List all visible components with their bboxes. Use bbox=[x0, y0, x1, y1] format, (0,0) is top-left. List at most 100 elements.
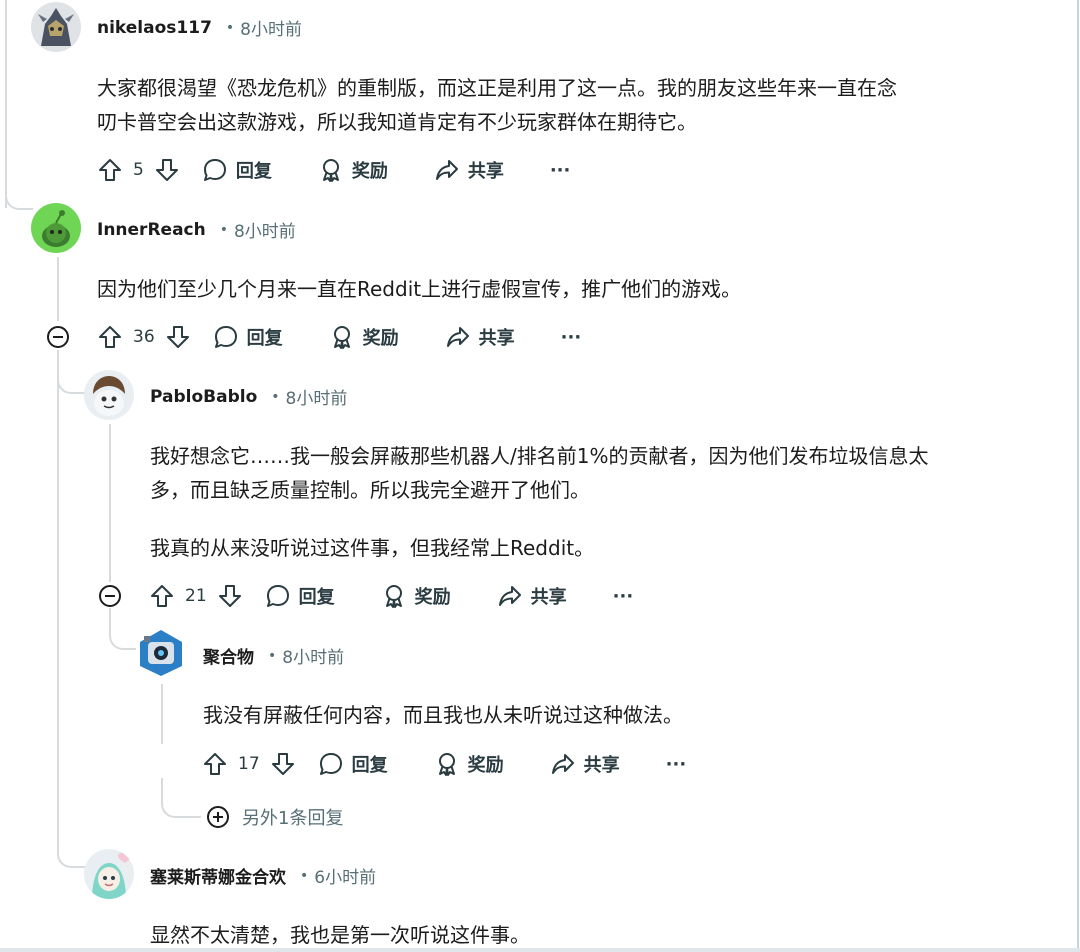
comment-actions: 21 回复 奖励 共享 ··· bbox=[149, 579, 633, 613]
upvote-icon bbox=[151, 585, 173, 607]
award-button[interactable]: 奖励 bbox=[329, 324, 399, 350]
more-options-button[interactable]: ··· bbox=[666, 754, 687, 775]
upvote-button[interactable] bbox=[97, 324, 123, 350]
more-options-button[interactable]: ··· bbox=[613, 586, 634, 607]
window-edge bbox=[1077, 0, 1079, 952]
share-icon bbox=[446, 327, 469, 347]
award-icon bbox=[438, 753, 455, 776]
reply-button[interactable]: 回复 bbox=[213, 324, 283, 350]
reply-label: 回复 bbox=[298, 587, 335, 608]
more-options-icon: ··· bbox=[560, 326, 582, 348]
share-icon bbox=[498, 586, 521, 606]
comment-actions: 5 回复 奖励 共享 ··· bbox=[97, 153, 570, 187]
more-replies-button[interactable]: 另外1条回复 bbox=[206, 804, 343, 830]
share-label: 共享 bbox=[530, 587, 567, 608]
comment-line: 叨卡普空会出这款游戏，所以我知道肯定有不少玩家群体在期待它。 bbox=[97, 110, 697, 134]
collapse-icon bbox=[47, 326, 69, 348]
share-button[interactable]: 共享 bbox=[497, 583, 567, 609]
reply-button[interactable]: 回复 bbox=[265, 583, 335, 609]
reply-button[interactable]: 回复 bbox=[318, 751, 388, 777]
expand-icon bbox=[207, 806, 229, 828]
more-options-icon: ··· bbox=[665, 753, 687, 775]
username[interactable]: 塞莱斯蒂娜金合欢 bbox=[150, 863, 286, 888]
separator-dot: • bbox=[300, 867, 309, 884]
vote-count: 36 bbox=[133, 327, 155, 347]
reply-label: 回复 bbox=[246, 328, 283, 349]
reply-label: 回复 bbox=[235, 161, 272, 182]
comment-line: 我好想念它……我一般会屏蔽那些机器人/排名前1%的贡献者，因为他们发布垃圾信息太 bbox=[150, 444, 929, 468]
award-label: 奖励 bbox=[351, 161, 388, 182]
upvote-icon bbox=[99, 159, 121, 181]
timestamp[interactable]: 8小时前 bbox=[240, 15, 302, 40]
award-label: 奖励 bbox=[414, 587, 451, 608]
downvote-button[interactable] bbox=[165, 324, 191, 350]
reply-button[interactable]: 回复 bbox=[202, 157, 272, 183]
username[interactable]: nikelaos117 bbox=[97, 18, 212, 38]
award-icon bbox=[333, 326, 350, 349]
comment-body: 大家都很渴望《恐龙危机》的重制版，而这正是利用了这一点。我的朋友这些年来一直在念… bbox=[97, 71, 897, 139]
share-label: 共享 bbox=[478, 328, 515, 349]
upvote-button[interactable] bbox=[149, 583, 175, 609]
timestamp[interactable]: 8小时前 bbox=[282, 643, 344, 668]
share-button[interactable]: 共享 bbox=[550, 751, 620, 777]
comment-icon bbox=[214, 326, 237, 348]
downvote-button[interactable] bbox=[154, 157, 180, 183]
comment-icon bbox=[203, 159, 226, 181]
share-icon bbox=[435, 160, 458, 180]
avatar[interactable] bbox=[84, 370, 134, 420]
avatar[interactable] bbox=[84, 849, 134, 899]
award-label: 奖励 bbox=[362, 328, 399, 349]
username[interactable]: InnerReach bbox=[97, 220, 206, 240]
award-button[interactable]: 奖励 bbox=[318, 157, 388, 183]
separator-dot: • bbox=[268, 647, 277, 664]
downvote-icon bbox=[155, 159, 178, 181]
comment-icon bbox=[319, 753, 342, 775]
username[interactable]: 聚合物 bbox=[203, 643, 254, 668]
upvote-button[interactable] bbox=[202, 751, 228, 777]
more-options-button[interactable]: ··· bbox=[550, 160, 571, 181]
comment-line: 多，而且缺乏质量控制。所以我完全避开了他们。 bbox=[150, 478, 590, 502]
upvote-icon bbox=[99, 326, 121, 348]
separator-dot: • bbox=[219, 221, 228, 238]
award-button[interactable]: 奖励 bbox=[434, 751, 504, 777]
more-options-icon: ··· bbox=[612, 585, 634, 607]
avatar[interactable] bbox=[31, 203, 81, 253]
comment-body: 因为他们至少几个月来一直在Reddit上进行虚假宣传，推广他们的游戏。 bbox=[97, 272, 741, 306]
more-options-button[interactable]: ··· bbox=[561, 327, 582, 348]
share-icon bbox=[551, 754, 574, 774]
timestamp[interactable]: 6小时前 bbox=[314, 863, 376, 888]
separator-dot: • bbox=[271, 388, 280, 405]
award-icon bbox=[385, 585, 402, 608]
share-button[interactable]: 共享 bbox=[445, 324, 515, 350]
vote-count: 5 bbox=[133, 160, 144, 180]
share-button[interactable]: 共享 bbox=[434, 157, 504, 183]
more-replies-label: 另外1条回复 bbox=[242, 808, 344, 829]
award-icon bbox=[322, 159, 339, 182]
timestamp[interactable]: 8小时前 bbox=[234, 217, 296, 242]
downvote-button[interactable] bbox=[270, 751, 296, 777]
award-button[interactable]: 奖励 bbox=[381, 583, 451, 609]
reply-label: 回复 bbox=[351, 755, 388, 776]
avatar[interactable] bbox=[31, 2, 81, 52]
comment-line: 我真的从来没听说过这件事，但我经常上Reddit。 bbox=[150, 536, 595, 560]
comment-line: 大家都很渴望《恐龙危机》的重制版，而这正是利用了这一点。我的朋友这些年来一直在念 bbox=[97, 76, 897, 100]
comment-line: 显然不太清楚，我也是第一次听说这件事。 bbox=[150, 923, 530, 947]
collapse-button[interactable] bbox=[46, 325, 70, 349]
comment-actions: 36 回复 奖励 共享 ··· bbox=[97, 320, 581, 354]
window-bottom-edge bbox=[0, 948, 1080, 952]
downvote-icon bbox=[218, 585, 241, 607]
upvote-icon bbox=[204, 753, 226, 775]
collapse-icon bbox=[99, 585, 121, 607]
upvote-button[interactable] bbox=[97, 157, 123, 183]
comment-body: 我没有屏蔽任何内容，而且我也从未听说过这种做法。 bbox=[203, 698, 683, 732]
downvote-icon bbox=[271, 753, 294, 775]
collapse-button[interactable] bbox=[98, 584, 122, 608]
avatar[interactable] bbox=[136, 628, 186, 678]
downvote-icon bbox=[166, 326, 189, 348]
comment-actions: 17 回复 奖励 共享 ··· bbox=[202, 747, 686, 781]
username[interactable]: PabloBablo bbox=[150, 387, 257, 407]
timestamp[interactable]: 8小时前 bbox=[286, 384, 348, 409]
downvote-button[interactable] bbox=[217, 583, 243, 609]
comment-icon bbox=[266, 585, 289, 607]
separator-dot: • bbox=[225, 19, 235, 36]
